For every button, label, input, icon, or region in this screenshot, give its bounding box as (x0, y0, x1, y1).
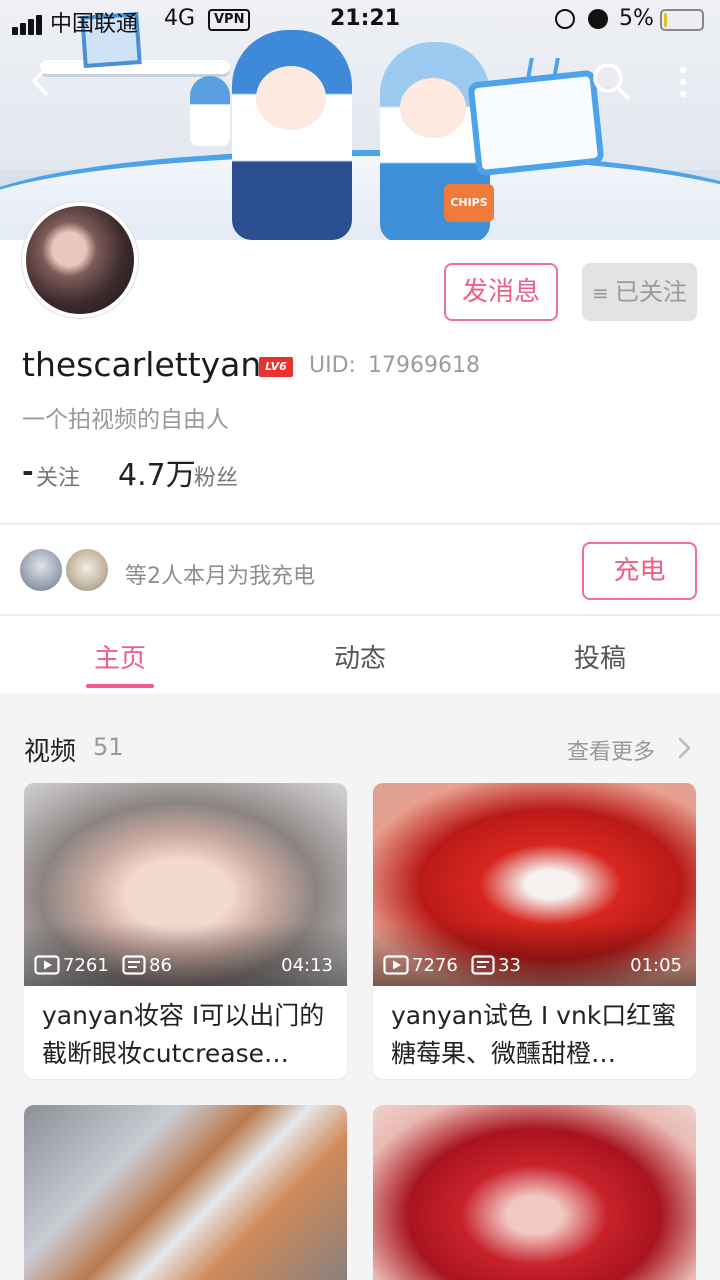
video-title[interactable]: yanyan试色 Ⅰ vnk口红蜜糖莓果、微醺甜橙… (391, 997, 681, 1073)
video-thumbnail[interactable] (24, 1105, 347, 1280)
video-card[interactable] (373, 1105, 696, 1280)
video-duration: 04:13 (281, 955, 333, 976)
tab-submissions[interactable]: 投稿 (540, 638, 660, 675)
charge-button[interactable]: 充电 (582, 542, 697, 600)
menu-icon: ≡ (592, 281, 609, 305)
active-tab-indicator (86, 684, 154, 688)
battery-icon (660, 9, 704, 31)
profile-tabs: 主页 动态 投稿 (0, 615, 720, 693)
video-title[interactable]: yanyan妆容 Ⅰ可以出门的截断眼妆cutcrease… (42, 997, 332, 1073)
search-icon[interactable] (590, 60, 632, 102)
supporter-avatar[interactable] (64, 547, 110, 593)
signal-icon (12, 10, 44, 35)
videos-count: 51 (93, 733, 124, 761)
uid-label: UID: (309, 353, 356, 378)
status-bar: 中国联通 4G VPN 21:21 5% (0, 0, 720, 40)
banner-chips-bag: CHIPS (444, 184, 494, 222)
network-type: 4G (164, 6, 196, 31)
video-card[interactable]: 7276 33 01:05 yanyan试色 Ⅰ vnk口红蜜糖莓果、微醺甜橙… (373, 783, 696, 1079)
comment-count-icon (471, 955, 495, 975)
uid-value: 17969618 (368, 353, 480, 378)
video-duration: 01:05 (630, 955, 682, 976)
followed-button[interactable]: ≡ 已关注 (582, 263, 697, 321)
play-count: 7276 (383, 955, 458, 977)
level-badge: LV6 (259, 357, 293, 377)
play-count: 7261 (34, 955, 109, 977)
banner-figurine (190, 76, 230, 146)
play-count-icon (34, 955, 60, 975)
see-more-link[interactable]: 查看更多 (567, 734, 655, 766)
followed-button-label: 已关注 (614, 278, 687, 306)
comment-count-icon (122, 955, 146, 975)
video-card[interactable] (24, 1105, 347, 1280)
following-label[interactable]: 关注 (36, 460, 80, 492)
bio: 一个拍视频的自由人 (22, 407, 229, 433)
rotation-lock-icon (555, 9, 575, 29)
fans-count[interactable]: 4.7万 (118, 450, 196, 494)
send-message-button[interactable]: 发消息 (444, 263, 558, 321)
battery-level (664, 13, 667, 27)
username: thescarlettyan (22, 345, 262, 384)
videos-section-title: 视频 (24, 737, 77, 767)
supporter-avatar[interactable] (18, 547, 64, 593)
comment-count: 33 (471, 955, 521, 977)
more-icon[interactable] (668, 62, 698, 102)
banner-monitor (467, 69, 605, 177)
chevron-right-icon[interactable] (676, 736, 692, 760)
clock: 21:21 (330, 6, 401, 31)
alarm-icon (588, 9, 608, 29)
play-count-icon (383, 955, 409, 975)
comment-count: 86 (122, 955, 172, 977)
video-thumbnail[interactable] (373, 1105, 696, 1280)
charge-row: 等2人本月为我充电 充电 (0, 524, 720, 614)
carrier-name: 中国联通 (50, 12, 139, 37)
banner-character-left (232, 30, 352, 240)
charge-text[interactable]: 等2人本月为我充电 (125, 558, 315, 590)
avatar[interactable] (22, 202, 138, 318)
fans-label[interactable]: 粉丝 (194, 460, 238, 492)
tab-dynamic[interactable]: 动态 (300, 638, 420, 675)
vpn-badge: VPN (208, 9, 251, 31)
back-icon[interactable] (26, 64, 56, 98)
following-count[interactable]: - (22, 455, 34, 488)
video-card[interactable]: 7261 86 04:13 yanyan妆容 Ⅰ可以出门的截断眼妆cutcrea… (24, 783, 347, 1079)
battery-percent: 5% (619, 6, 654, 31)
tab-home[interactable]: 主页 (60, 638, 180, 675)
